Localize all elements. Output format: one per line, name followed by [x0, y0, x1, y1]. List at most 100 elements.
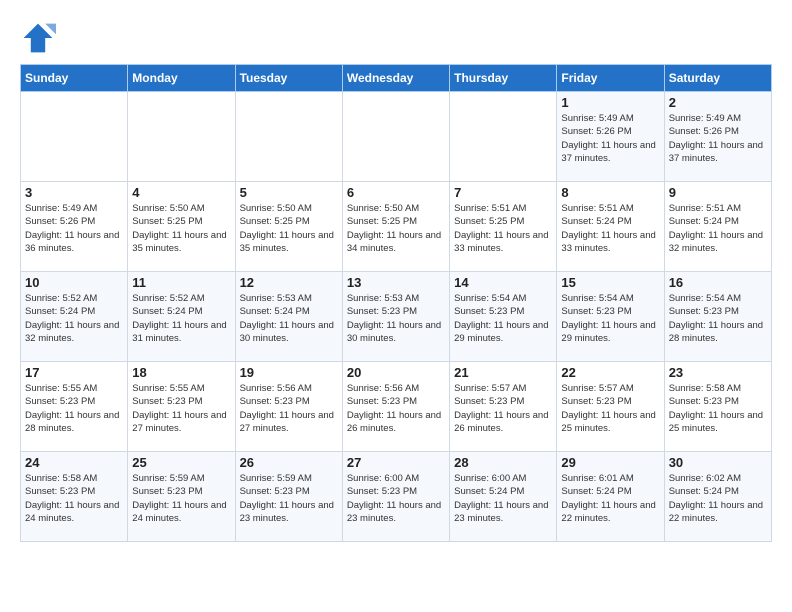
day-number: 3: [25, 185, 123, 200]
day-number: 23: [669, 365, 767, 380]
calendar-week-row: 1 Sunrise: 5:49 AM Sunset: 5:26 PM Daylig…: [21, 92, 772, 182]
cell-info-text: Sunrise: 5:59 AM Sunset: 5:23 PM Dayligh…: [132, 472, 230, 525]
calendar-cell: 11 Sunrise: 5:52 AM Sunset: 5:24 PM Dayli…: [128, 272, 235, 362]
header-wednesday: Wednesday: [342, 65, 449, 92]
calendar-cell: 24 Sunrise: 5:58 AM Sunset: 5:23 PM Dayli…: [21, 452, 128, 542]
day-number: 7: [454, 185, 552, 200]
day-number: 11: [132, 275, 230, 290]
page-header: [20, 20, 772, 56]
calendar-week-row: 10 Sunrise: 5:52 AM Sunset: 5:24 PM Dayli…: [21, 272, 772, 362]
cell-info-text: Sunrise: 5:52 AM Sunset: 5:24 PM Dayligh…: [25, 292, 123, 345]
day-number: 12: [240, 275, 338, 290]
logo: [20, 20, 58, 56]
day-number: 6: [347, 185, 445, 200]
calendar-week-row: 24 Sunrise: 5:58 AM Sunset: 5:23 PM Dayli…: [21, 452, 772, 542]
day-number: 10: [25, 275, 123, 290]
cell-info-text: Sunrise: 5:49 AM Sunset: 5:26 PM Dayligh…: [669, 112, 767, 165]
cell-info-text: Sunrise: 5:54 AM Sunset: 5:23 PM Dayligh…: [669, 292, 767, 345]
calendar-cell: 25Sunrise: 5:59 AM Sunset: 5:23 PM Dayli…: [128, 452, 235, 542]
cell-info-text: Sunrise: 5:49 AM Sunset: 5:26 PM Dayligh…: [561, 112, 659, 165]
calendar-cell: 4Sunrise: 5:50 AM Sunset: 5:25 PM Daylig…: [128, 182, 235, 272]
calendar-cell: 10 Sunrise: 5:52 AM Sunset: 5:24 PM Dayli…: [21, 272, 128, 362]
calendar-week-row: 17 Sunrise: 5:55 AM Sunset: 5:23 PM Dayli…: [21, 362, 772, 452]
calendar-cell: 3 Sunrise: 5:49 AM Sunset: 5:26 PM Daylig…: [21, 182, 128, 272]
calendar-cell: 17 Sunrise: 5:55 AM Sunset: 5:23 PM Dayli…: [21, 362, 128, 452]
calendar-cell: 7 Sunrise: 5:51 AM Sunset: 5:25 PM Daylig…: [450, 182, 557, 272]
day-number: 9: [669, 185, 767, 200]
day-number: 1: [561, 95, 659, 110]
cell-info-text: Sunrise: 5:54 AM Sunset: 5:23 PM Dayligh…: [454, 292, 552, 345]
calendar-cell: 26Sunrise: 5:59 AM Sunset: 5:23 PM Dayli…: [235, 452, 342, 542]
header-thursday: Thursday: [450, 65, 557, 92]
cell-info-text: Sunrise: 5:53 AM Sunset: 5:23 PM Dayligh…: [347, 292, 445, 345]
calendar-cell: [342, 92, 449, 182]
cell-info-text: Sunrise: 5:57 AM Sunset: 5:23 PM Dayligh…: [561, 382, 659, 435]
calendar-cell: 2 Sunrise: 5:49 AM Sunset: 5:26 PM Daylig…: [664, 92, 771, 182]
cell-info-text: Sunrise: 5:59 AM Sunset: 5:23 PM Dayligh…: [240, 472, 338, 525]
calendar-header-row: SundayMondayTuesdayWednesdayThursdayFrid…: [21, 65, 772, 92]
day-number: 28: [454, 455, 552, 470]
calendar-cell: 20 Sunrise: 5:56 AM Sunset: 5:23 PM Dayli…: [342, 362, 449, 452]
day-number: 2: [669, 95, 767, 110]
cell-info-text: Sunrise: 5:50 AM Sunset: 5:25 PM Dayligh…: [240, 202, 338, 255]
cell-info-text: Sunrise: 5:58 AM Sunset: 5:23 PM Dayligh…: [25, 472, 123, 525]
cell-info-text: Sunrise: 5:50 AM Sunset: 5:25 PM Dayligh…: [347, 202, 445, 255]
cell-info-text: Sunrise: 5:53 AM Sunset: 5:24 PM Dayligh…: [240, 292, 338, 345]
calendar-cell: 9 Sunrise: 5:51 AM Sunset: 5:24 PM Daylig…: [664, 182, 771, 272]
header-monday: Monday: [128, 65, 235, 92]
day-number: 20: [347, 365, 445, 380]
cell-info-text: Sunrise: 5:56 AM Sunset: 5:23 PM Dayligh…: [240, 382, 338, 435]
calendar-cell: 22Sunrise: 5:57 AM Sunset: 5:23 PM Dayli…: [557, 362, 664, 452]
cell-info-text: Sunrise: 5:54 AM Sunset: 5:23 PM Dayligh…: [561, 292, 659, 345]
day-number: 24: [25, 455, 123, 470]
cell-info-text: Sunrise: 6:02 AM Sunset: 5:24 PM Dayligh…: [669, 472, 767, 525]
calendar-cell: 27 Sunrise: 6:00 AM Sunset: 5:23 PM Dayli…: [342, 452, 449, 542]
calendar-cell: 14 Sunrise: 5:54 AM Sunset: 5:23 PM Dayli…: [450, 272, 557, 362]
day-number: 18: [132, 365, 230, 380]
calendar-cell: 12 Sunrise: 5:53 AM Sunset: 5:24 PM Dayli…: [235, 272, 342, 362]
calendar-week-row: 3 Sunrise: 5:49 AM Sunset: 5:26 PM Daylig…: [21, 182, 772, 272]
cell-info-text: Sunrise: 5:55 AM Sunset: 5:23 PM Dayligh…: [25, 382, 123, 435]
calendar-cell: [450, 92, 557, 182]
calendar-table: SundayMondayTuesdayWednesdayThursdayFrid…: [20, 64, 772, 542]
cell-info-text: Sunrise: 5:51 AM Sunset: 5:24 PM Dayligh…: [561, 202, 659, 255]
cell-info-text: Sunrise: 5:57 AM Sunset: 5:23 PM Dayligh…: [454, 382, 552, 435]
day-number: 15: [561, 275, 659, 290]
cell-info-text: Sunrise: 5:58 AM Sunset: 5:23 PM Dayligh…: [669, 382, 767, 435]
calendar-cell: 5 Sunrise: 5:50 AM Sunset: 5:25 PM Daylig…: [235, 182, 342, 272]
day-number: 17: [25, 365, 123, 380]
day-number: 5: [240, 185, 338, 200]
calendar-cell: 19 Sunrise: 5:56 AM Sunset: 5:23 PM Dayli…: [235, 362, 342, 452]
day-number: 4: [132, 185, 230, 200]
day-number: 8: [561, 185, 659, 200]
day-number: 16: [669, 275, 767, 290]
cell-info-text: Sunrise: 5:49 AM Sunset: 5:26 PM Dayligh…: [25, 202, 123, 255]
cell-info-text: Sunrise: 5:51 AM Sunset: 5:25 PM Dayligh…: [454, 202, 552, 255]
calendar-cell: 15 Sunrise: 5:54 AM Sunset: 5:23 PM Dayli…: [557, 272, 664, 362]
cell-info-text: Sunrise: 5:51 AM Sunset: 5:24 PM Dayligh…: [669, 202, 767, 255]
calendar-cell: [128, 92, 235, 182]
day-number: 13: [347, 275, 445, 290]
day-number: 30: [669, 455, 767, 470]
calendar-cell: 29 Sunrise: 6:01 AM Sunset: 5:24 PM Dayli…: [557, 452, 664, 542]
header-tuesday: Tuesday: [235, 65, 342, 92]
header-sunday: Sunday: [21, 65, 128, 92]
cell-info-text: Sunrise: 5:52 AM Sunset: 5:24 PM Dayligh…: [132, 292, 230, 345]
calendar-cell: 16 Sunrise: 5:54 AM Sunset: 5:23 PM Dayli…: [664, 272, 771, 362]
calendar-cell: [235, 92, 342, 182]
cell-info-text: Sunrise: 6:00 AM Sunset: 5:23 PM Dayligh…: [347, 472, 445, 525]
calendar-cell: 18 Sunrise: 5:55 AM Sunset: 5:23 PM Dayli…: [128, 362, 235, 452]
day-number: 14: [454, 275, 552, 290]
cell-info-text: Sunrise: 6:01 AM Sunset: 5:24 PM Dayligh…: [561, 472, 659, 525]
cell-info-text: Sunrise: 6:00 AM Sunset: 5:24 PM Dayligh…: [454, 472, 552, 525]
calendar-cell: 21Sunrise: 5:57 AM Sunset: 5:23 PM Dayli…: [450, 362, 557, 452]
cell-info-text: Sunrise: 5:56 AM Sunset: 5:23 PM Dayligh…: [347, 382, 445, 435]
day-number: 27: [347, 455, 445, 470]
logo-icon: [20, 20, 56, 56]
calendar-cell: 30 Sunrise: 6:02 AM Sunset: 5:24 PM Dayli…: [664, 452, 771, 542]
day-number: 29: [561, 455, 659, 470]
header-saturday: Saturday: [664, 65, 771, 92]
cell-info-text: Sunrise: 5:55 AM Sunset: 5:23 PM Dayligh…: [132, 382, 230, 435]
day-number: 19: [240, 365, 338, 380]
calendar-cell: 13 Sunrise: 5:53 AM Sunset: 5:23 PM Dayli…: [342, 272, 449, 362]
